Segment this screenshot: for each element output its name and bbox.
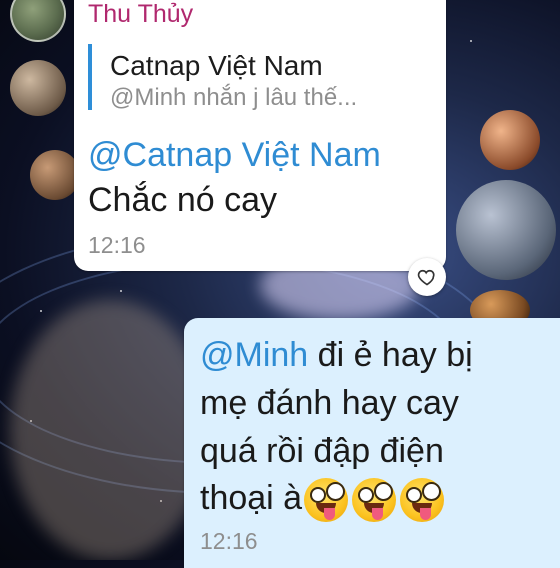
- outgoing-line-4: thoại à: [200, 478, 445, 522]
- zany-face-emoji: [304, 478, 349, 522]
- quoted-reply-name: Catnap Việt Nam: [110, 50, 323, 81]
- mention-link[interactable]: @Catnap Việt Nam: [88, 136, 381, 175]
- zany-face-emoji: [400, 478, 445, 522]
- outgoing-message-bubble[interactable]: @Minh đi ẻ hay bị mẹ đánh hay cay quá rồ…: [184, 318, 560, 568]
- emoji-row: [304, 478, 445, 522]
- sender-name[interactable]: Thu Thủy: [88, 0, 193, 29]
- outgoing-line-1-text: đi ẻ hay bị: [308, 336, 473, 374]
- outgoing-line-2: mẹ đánh hay cay: [200, 384, 459, 422]
- message-time: 12:16: [88, 232, 146, 258]
- outgoing-mention-link[interactable]: @Minh: [200, 336, 308, 374]
- zany-face-emoji: [352, 478, 397, 522]
- outgoing-message-time: 12:16: [200, 528, 258, 554]
- message-text: Chắc nó cay: [88, 181, 277, 219]
- outgoing-line-3: quá rồi đập điện: [200, 432, 444, 470]
- quoted-reply-text: @Minh nhắn j lâu thế...: [110, 84, 358, 111]
- outgoing-line-1: @Minh đi ẻ hay bị: [200, 336, 473, 375]
- quoted-reply[interactable]: Catnap Việt Nam @Minh nhắn j lâu thế...: [88, 44, 446, 111]
- heart-outline-icon: [417, 269, 435, 286]
- reaction-button[interactable]: [408, 258, 446, 296]
- incoming-message-bubble[interactable]: Thu Thủy Catnap Việt Nam @Minh nhắn j lâ…: [74, 0, 446, 271]
- outgoing-line-4-text: thoại à: [200, 478, 303, 517]
